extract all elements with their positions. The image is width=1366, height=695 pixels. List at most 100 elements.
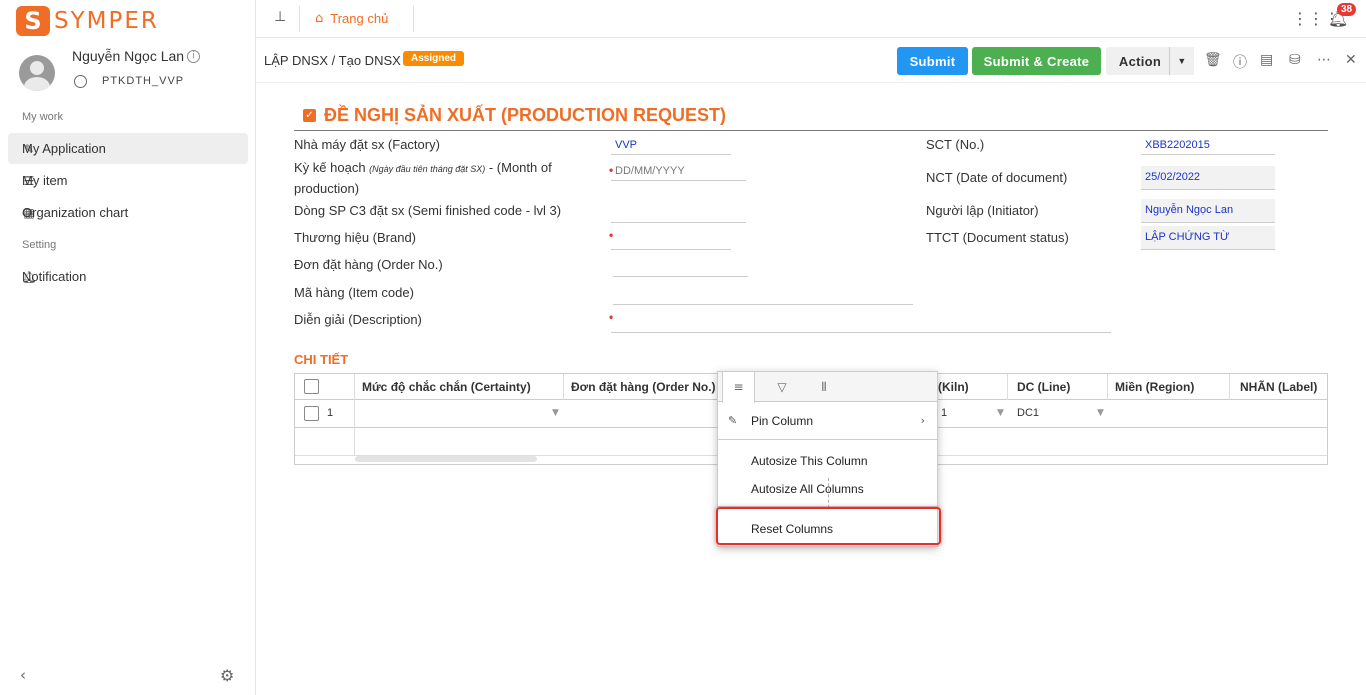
doc-status-field: LẬP CHỨNG TỪ bbox=[1141, 226, 1275, 250]
sidebar: S SYMPER Nguyễn Ngọc Lan i PTKDTH_VVP My… bbox=[0, 0, 256, 695]
select-all-checkbox[interactable] bbox=[304, 379, 319, 394]
top-bar: ⊥ ⌂ Trang chủ ⋮⋮⋮ 🔔︎ 38 bbox=[256, 0, 1366, 38]
brand-label: Thương hiệu (Brand) bbox=[294, 230, 417, 245]
item-code-label: Mã hàng (Item code) bbox=[294, 285, 414, 300]
semi-finished-label: Dòng SP C3 đặt sx (Semi finished code - … bbox=[294, 203, 562, 218]
divider bbox=[413, 6, 414, 32]
dc-line-cell[interactable]: DC1 bbox=[1017, 407, 1039, 419]
checkbox-icon: ✓ bbox=[303, 109, 316, 122]
symper-logo[interactable]: S SYMPER bbox=[16, 6, 159, 36]
detail-section-title: CHI TIẾT bbox=[294, 352, 349, 367]
status-badge: Assigned bbox=[403, 51, 465, 66]
home-tab[interactable]: ⌂ Trang chủ bbox=[315, 11, 388, 26]
cursor-guide bbox=[828, 478, 829, 508]
avatar[interactable] bbox=[19, 55, 55, 91]
logo-text: SYMPER bbox=[54, 8, 159, 34]
horizontal-scrollbar[interactable] bbox=[355, 456, 537, 462]
form-title: ✓ ĐỀ NGHỊ SẢN XUẤT (PRODUCTION REQUEST) bbox=[303, 105, 726, 126]
sidebar-item-notification[interactable]: 🔔︎ Notification bbox=[8, 261, 248, 292]
kiln-dropdown-icon[interactable]: ▼ bbox=[997, 408, 1004, 418]
info-icon[interactable]: i bbox=[187, 50, 200, 63]
description-label: Diễn giải (Description) bbox=[294, 312, 422, 327]
reset-columns-highlight bbox=[716, 507, 941, 545]
factory-field[interactable]: VVP bbox=[611, 137, 731, 155]
column-separator bbox=[1107, 374, 1108, 400]
column-header-dc-line[interactable]: DC (Line) bbox=[1011, 374, 1070, 400]
more-icon[interactable]: ⋯ bbox=[1317, 52, 1331, 68]
column-separator bbox=[1007, 374, 1008, 400]
item-code-field[interactable] bbox=[613, 287, 913, 305]
kiln-cell[interactable]: 1 bbox=[941, 407, 947, 419]
row-index: 1 bbox=[327, 407, 334, 419]
menu-divider bbox=[718, 439, 937, 440]
order-no-label: Đơn đặt hàng (Order No.) bbox=[294, 257, 443, 272]
collapse-sidebar-icon[interactable]: ‹ bbox=[20, 666, 26, 684]
plan-label-text: Kỳ kế hoạch bbox=[294, 160, 370, 175]
general-menu-tab[interactable]: ≡ bbox=[722, 372, 755, 403]
info-icon[interactable]: ⓘ bbox=[1233, 52, 1247, 72]
column-menu-tabs: ≡ ▽ ⦀ bbox=[718, 372, 937, 403]
user-department: PTKDTH_VVP bbox=[102, 75, 185, 87]
column-header-label[interactable]: NHÃN (Label) bbox=[1234, 374, 1317, 400]
nct-field: 25/02/2022 bbox=[1141, 166, 1275, 190]
column-header-region[interactable]: Miền (Region) bbox=[1109, 374, 1194, 400]
delete-icon[interactable]: 🗑︎ bbox=[1204, 52, 1222, 68]
sidebar-item-label: My Application bbox=[22, 140, 106, 156]
dc-line-dropdown-icon[interactable]: ▼ bbox=[1097, 408, 1104, 418]
column-separator bbox=[354, 428, 355, 456]
sidebar-item-organization-chart[interactable]: ▦ Organization chart bbox=[8, 197, 248, 228]
pin-column-item[interactable]: ✎ Pin Column › bbox=[718, 409, 937, 433]
column-separator bbox=[1229, 374, 1230, 400]
description-field[interactable] bbox=[611, 315, 1111, 333]
pin-column-label: Pin Column bbox=[751, 414, 814, 428]
chevron-right-icon: › bbox=[920, 414, 925, 427]
section-setting: Setting bbox=[22, 239, 57, 251]
document-toolbar: LẬP DNSX / Tạo DNSX Assigned Submit Subm… bbox=[256, 39, 1366, 83]
semi-finished-field[interactable] bbox=[611, 205, 746, 223]
order-no-field[interactable] bbox=[613, 259, 748, 277]
sidebar-item-label: My item bbox=[22, 172, 68, 188]
nct-label: NCT (Date of document) bbox=[926, 170, 1068, 185]
plan-label-hint: (Ngày đầu tiên tháng đặt SX) bbox=[369, 164, 486, 174]
plan-period-field[interactable]: DD/MM/YYYY bbox=[611, 163, 746, 181]
submit-and-create-button[interactable]: Submit & Create bbox=[972, 47, 1101, 75]
filter-tab-icon[interactable]: ▽ bbox=[762, 372, 802, 402]
column-separator bbox=[354, 374, 355, 400]
autosize-this-column-item[interactable]: Autosize This Column bbox=[718, 449, 937, 473]
column-header-order-no[interactable]: Đơn đặt hàng (Order No.) bbox=[565, 374, 716, 400]
sct-field: XBB2202015 bbox=[1141, 137, 1275, 155]
pin-icon: ✎ bbox=[728, 414, 738, 427]
home-tab-label: Trang chủ bbox=[330, 11, 389, 26]
column-header-certainty[interactable]: Mức độ chắc chắn (Certainty) bbox=[356, 374, 531, 400]
pin-icon[interactable]: ⊥ bbox=[274, 9, 286, 25]
columns-tab-icon[interactable]: ⦀ bbox=[804, 372, 844, 402]
close-icon[interactable]: ✕ bbox=[1345, 52, 1357, 68]
initiator-field: Nguyễn Ngọc Lan bbox=[1141, 199, 1275, 223]
action-button-label: Action bbox=[1118, 53, 1162, 69]
column-separator bbox=[563, 374, 564, 400]
brand-field[interactable] bbox=[611, 232, 731, 250]
sidebar-item-my-application[interactable]: ✎ My Application bbox=[8, 133, 248, 164]
row-checkbox[interactable] bbox=[304, 406, 319, 421]
certainty-dropdown-icon[interactable]: ▼ bbox=[552, 408, 559, 418]
notification-badge: 38 bbox=[1337, 3, 1357, 16]
factory-label: Nhà máy đặt sx (Factory) bbox=[294, 137, 440, 152]
home-icon: ⌂ bbox=[315, 11, 324, 26]
submit-button[interactable]: Submit bbox=[897, 47, 968, 75]
column-separator bbox=[354, 400, 355, 428]
section-my-work: My work bbox=[22, 111, 63, 123]
form-icon[interactable]: ▤ bbox=[1260, 52, 1273, 68]
sidebar-item-label: Notification bbox=[22, 268, 87, 284]
sct-label: SCT (No.) bbox=[926, 137, 985, 152]
plan-period-label: Kỳ kế hoạch (Ngày đầu tiên tháng đặt SX)… bbox=[294, 158, 584, 199]
sidebar-item-my-item[interactable]: ☰ My item bbox=[8, 165, 248, 196]
doc-status-label: TTCT (Document status) bbox=[926, 230, 1069, 245]
database-icon[interactable]: ⛁ bbox=[1289, 52, 1301, 68]
gear-icon[interactable]: ⚙ bbox=[220, 666, 234, 685]
user-name: Nguyễn Ngọc Lan bbox=[72, 48, 185, 64]
logo-mark: S bbox=[16, 6, 50, 36]
form-title-text: ĐỀ NGHỊ SẢN XUẤT (PRODUCTION REQUEST) bbox=[324, 105, 727, 125]
title-divider bbox=[294, 130, 1328, 131]
initiator-label: Người lập (Initiator) bbox=[926, 203, 1039, 218]
action-dropdown-caret[interactable]: ▼ bbox=[1169, 47, 1194, 75]
